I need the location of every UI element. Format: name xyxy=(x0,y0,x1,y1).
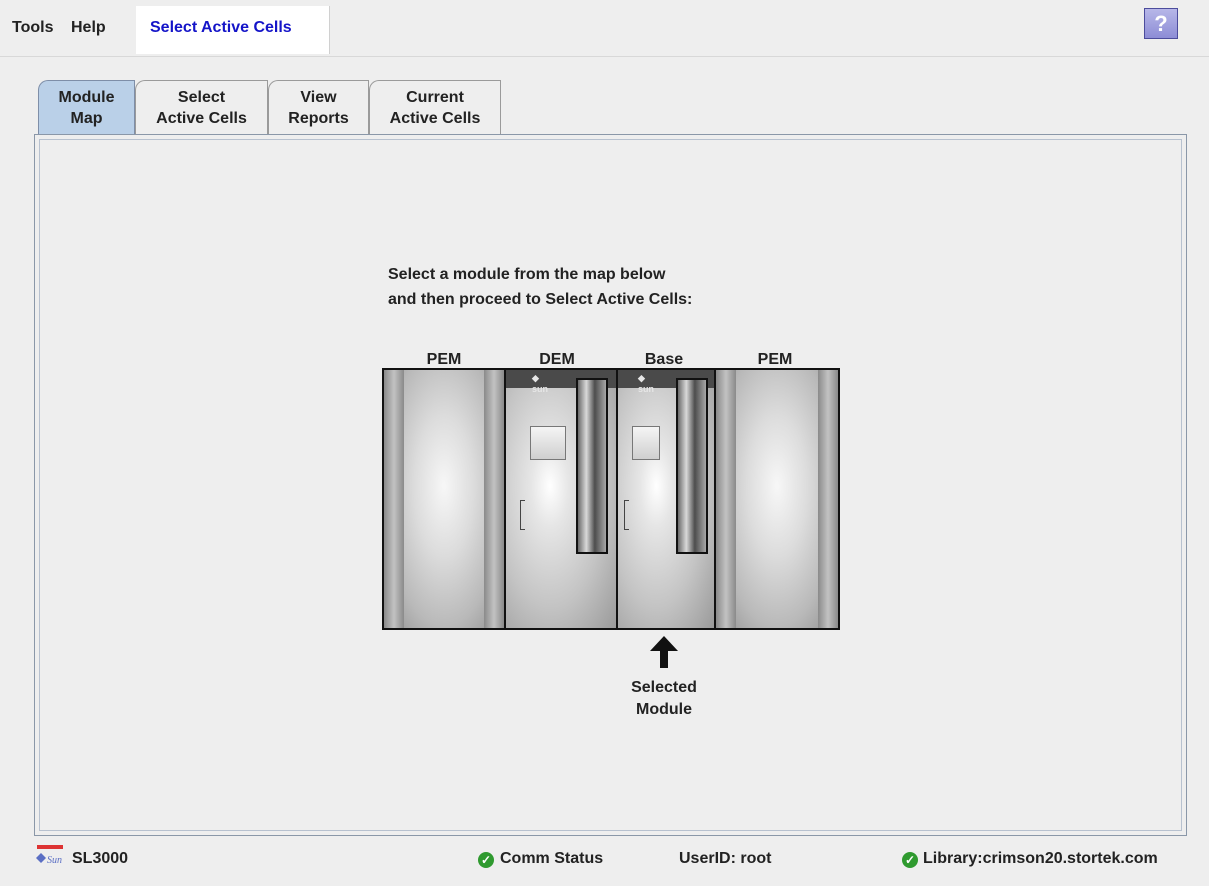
product-name: SL3000 xyxy=(72,850,129,867)
module-label-base: Base xyxy=(644,351,684,368)
tab-select-active-cells[interactable]: Select Active Cells xyxy=(135,80,268,134)
instruction-text: Select a module from the map below and t… xyxy=(388,262,692,312)
selected-label-line-2: Module xyxy=(636,701,692,718)
comm-status-ok-icon: ✓ xyxy=(478,852,494,868)
module-pem-left[interactable] xyxy=(384,370,506,628)
user-id: UserID: root xyxy=(679,850,772,867)
tab-module-map[interactable]: Module Map xyxy=(38,80,135,136)
instruction-line-1: Select a module from the map below xyxy=(388,266,666,283)
sun-microsystems-logo-icon: Sun xyxy=(36,845,63,866)
module-dem[interactable]: ◆ sun xyxy=(506,370,618,628)
tab-label-line1: Select xyxy=(177,89,226,106)
tab-label-line2: Active Cells xyxy=(389,110,481,127)
help-button[interactable]: ? xyxy=(1144,8,1178,39)
operator-panel xyxy=(632,426,660,460)
menu-bar: Tools Help Select Active Cells ? xyxy=(0,0,1209,57)
pem-side-panel xyxy=(484,370,504,628)
selected-module-arrow-icon xyxy=(650,636,678,668)
tab-label-line1: Current xyxy=(406,89,464,106)
library-status-ok-icon: ✓ xyxy=(902,852,918,868)
module-base[interactable]: ◆ sun xyxy=(618,370,716,628)
instruction-line-2: and then proceed to Select Active Cells: xyxy=(388,291,693,308)
selected-label-line-1: Selected xyxy=(631,679,697,696)
tab-label-line1: Module xyxy=(58,89,115,106)
pem-side-panel xyxy=(716,370,736,628)
sun-logo-icon: ◆ sun xyxy=(532,373,549,394)
door-panel xyxy=(530,426,566,460)
tab-label-line2: Map xyxy=(70,110,103,127)
tab-view-reports[interactable]: View Reports xyxy=(268,80,369,134)
tab-current-active-cells[interactable]: Current Active Cells xyxy=(369,80,501,134)
pem-side-panel xyxy=(818,370,838,628)
sun-logo-icon: ◆ sun xyxy=(638,373,655,394)
menu-tools[interactable]: Tools xyxy=(12,19,53,37)
door-handle-icon xyxy=(624,500,629,530)
active-screen-title: Select Active Cells xyxy=(150,19,292,36)
module-label-pem-right: PEM xyxy=(757,351,793,368)
door-handle-icon xyxy=(520,500,525,530)
svg-text:Sun: Sun xyxy=(47,855,62,866)
viewing-window xyxy=(576,378,608,554)
selected-module-label: Selected Module xyxy=(604,677,724,721)
menu-help[interactable]: Help xyxy=(71,19,106,37)
tab-label-line1: View xyxy=(300,89,337,106)
pem-side-panel xyxy=(384,370,404,628)
module-pem-right[interactable] xyxy=(716,370,838,628)
comm-status: Comm Status xyxy=(500,850,604,867)
tab-label-line2: Active Cells xyxy=(156,110,247,127)
library-name: Library:crimson20.stortek.com xyxy=(923,850,1158,867)
module-label-pem-left: PEM xyxy=(426,351,462,368)
module-label-dem: DEM xyxy=(539,351,575,368)
tab-label-line2: Reports xyxy=(288,110,349,127)
library-module-map: ◆ sun ◆ sun xyxy=(382,368,840,630)
viewing-window xyxy=(676,378,708,554)
